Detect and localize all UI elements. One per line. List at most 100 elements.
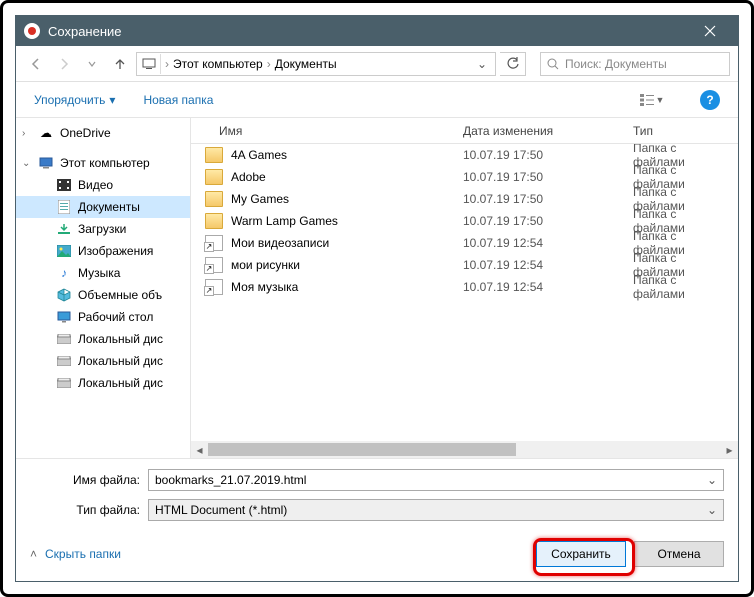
search-placeholder: Поиск: Документы <box>565 57 667 71</box>
file-pane: Имя Дата изменения Тип 4A Games 10.07.19 … <box>191 118 738 458</box>
chevron-down-icon[interactable]: ⌄ <box>707 503 717 517</box>
filename-label: Имя файла: <box>30 473 140 487</box>
pc-icon <box>38 155 54 171</box>
form-area: Имя файла: bookmarks_21.07.2019.html ⌄ Т… <box>16 458 738 531</box>
shortcut-icon <box>205 235 223 251</box>
tree-desktop[interactable]: Рабочий стол <box>16 306 190 328</box>
view-icon <box>640 94 654 106</box>
document-icon <box>56 199 72 215</box>
file-name: Моя музыка <box>231 280 298 294</box>
column-type[interactable]: Тип <box>621 124 738 138</box>
file-list-header: Имя Дата изменения Тип <box>191 118 738 144</box>
tree-videos[interactable]: Видео <box>16 174 190 196</box>
tree-local-disk-1[interactable]: Локальный дис <box>16 328 190 350</box>
close-button[interactable] <box>690 16 730 46</box>
yandex-icon <box>24 23 40 39</box>
file-list: 4A Games 10.07.19 17:50 Папка с файлами Ado… <box>191 144 738 441</box>
chevron-down-icon[interactable]: ⌄ <box>707 473 717 487</box>
file-date: 10.07.19 17:50 <box>451 148 621 162</box>
drive-icon <box>56 353 72 369</box>
save-button[interactable]: Сохранить <box>536 541 626 567</box>
file-name: My Games <box>231 192 289 206</box>
file-name: мои рисунки <box>231 258 300 272</box>
collapse-icon[interactable]: ⌄ <box>22 158 32 169</box>
drive-icon <box>56 331 72 347</box>
view-options-button[interactable]: ▼ <box>632 89 672 111</box>
tree-3d-objects[interactable]: Объемные объ <box>16 284 190 306</box>
tree-music[interactable]: ♪Музыка <box>16 262 190 284</box>
picture-icon <box>56 243 72 259</box>
hide-folders-link[interactable]: Скрыть папки <box>45 547 121 561</box>
breadcrumb-root[interactable]: Этот компьютер <box>173 57 263 71</box>
toolbar: Упорядочить▾ Новая папка ▼ ? <box>16 82 738 118</box>
search-icon <box>547 58 559 70</box>
expand-icon[interactable]: › <box>22 128 32 139</box>
shortcut-icon <box>205 257 223 273</box>
file-date: 10.07.19 17:50 <box>451 214 621 228</box>
scroll-thumb[interactable] <box>208 443 516 456</box>
cube-icon <box>56 287 72 303</box>
nav-bar: › Этот компьютер › Документы ⌄ Поиск: До… <box>16 46 738 82</box>
file-name: Adobe <box>231 170 266 184</box>
folder-icon <box>205 213 223 229</box>
tree-this-pc[interactable]: ⌄Этот компьютер <box>16 152 190 174</box>
folder-icon <box>205 191 223 207</box>
file-type: Папка с файлами <box>621 273 738 301</box>
desktop-icon <box>56 309 72 325</box>
filetype-select[interactable]: HTML Document (*.html) ⌄ <box>148 499 724 521</box>
tree-documents[interactable]: Документы <box>16 196 190 218</box>
file-date: 10.07.19 17:50 <box>451 170 621 184</box>
folder-icon <box>205 147 223 163</box>
filename-input[interactable]: bookmarks_21.07.2019.html ⌄ <box>148 469 724 491</box>
file-name: Мои видеозаписи <box>231 236 329 250</box>
video-icon <box>56 177 72 193</box>
breadcrumb-sep-icon: › <box>165 57 169 71</box>
chevron-down-icon: ▼ <box>656 95 665 105</box>
up-button[interactable] <box>108 52 132 76</box>
folder-icon <box>205 169 223 185</box>
address-dropdown[interactable]: ⌄ <box>473 57 491 71</box>
file-date: 10.07.19 12:54 <box>451 258 621 272</box>
file-date: 10.07.19 12:54 <box>451 280 621 294</box>
file-name: 4A Games <box>231 148 287 162</box>
cancel-button[interactable]: Отмена <box>634 541 724 567</box>
footer: ˄ Скрыть папки Сохранить Отмена <box>16 531 738 581</box>
refresh-button[interactable] <box>500 52 526 76</box>
help-button[interactable]: ? <box>700 90 720 110</box>
tree-downloads[interactable]: Загрузки <box>16 218 190 240</box>
pc-icon <box>141 54 161 74</box>
tree-local-disk-3[interactable]: Локальный дис <box>16 372 190 394</box>
breadcrumb-folder[interactable]: Документы <box>275 57 337 71</box>
scroll-left-icon[interactable]: ◂ <box>191 441 208 458</box>
file-name: Warm Lamp Games <box>231 214 338 228</box>
filetype-label: Тип файла: <box>30 503 140 517</box>
download-icon <box>56 221 72 237</box>
breadcrumb-sep-icon: › <box>267 57 271 71</box>
close-icon <box>704 25 716 37</box>
organize-button[interactable]: Упорядочить▾ <box>34 93 115 107</box>
tree-local-disk-2[interactable]: Локальный дис <box>16 350 190 372</box>
music-icon: ♪ <box>56 265 72 281</box>
back-button[interactable] <box>24 52 48 76</box>
shortcut-icon <box>205 279 223 295</box>
tree-onedrive[interactable]: ›☁OneDrive <box>16 122 190 144</box>
drive-icon <box>56 375 72 391</box>
chevron-up-icon: ˄ <box>30 547 37 561</box>
file-row[interactable]: Моя музыка 10.07.19 12:54Папка с файлами <box>191 276 738 298</box>
title-bar: Сохранение <box>16 16 738 46</box>
column-name[interactable]: Имя <box>191 124 451 138</box>
cloud-icon: ☁ <box>38 125 54 141</box>
address-bar[interactable]: › Этот компьютер › Документы ⌄ <box>136 52 496 76</box>
chevron-down-icon: ▾ <box>109 93 115 107</box>
horizontal-scrollbar[interactable]: ◂ ▸ <box>191 441 738 458</box>
tree-pictures[interactable]: Изображения <box>16 240 190 262</box>
recent-dropdown[interactable] <box>80 52 104 76</box>
new-folder-button[interactable]: Новая папка <box>143 93 213 107</box>
search-input[interactable]: Поиск: Документы <box>540 52 730 76</box>
scroll-right-icon[interactable]: ▸ <box>721 441 738 458</box>
window-title: Сохранение <box>48 24 690 39</box>
forward-button[interactable] <box>52 52 76 76</box>
file-date: 10.07.19 12:54 <box>451 236 621 250</box>
column-date[interactable]: Дата изменения <box>451 124 621 138</box>
folder-tree: ›☁OneDrive ⌄Этот компьютер Видео Докумен… <box>16 118 191 458</box>
